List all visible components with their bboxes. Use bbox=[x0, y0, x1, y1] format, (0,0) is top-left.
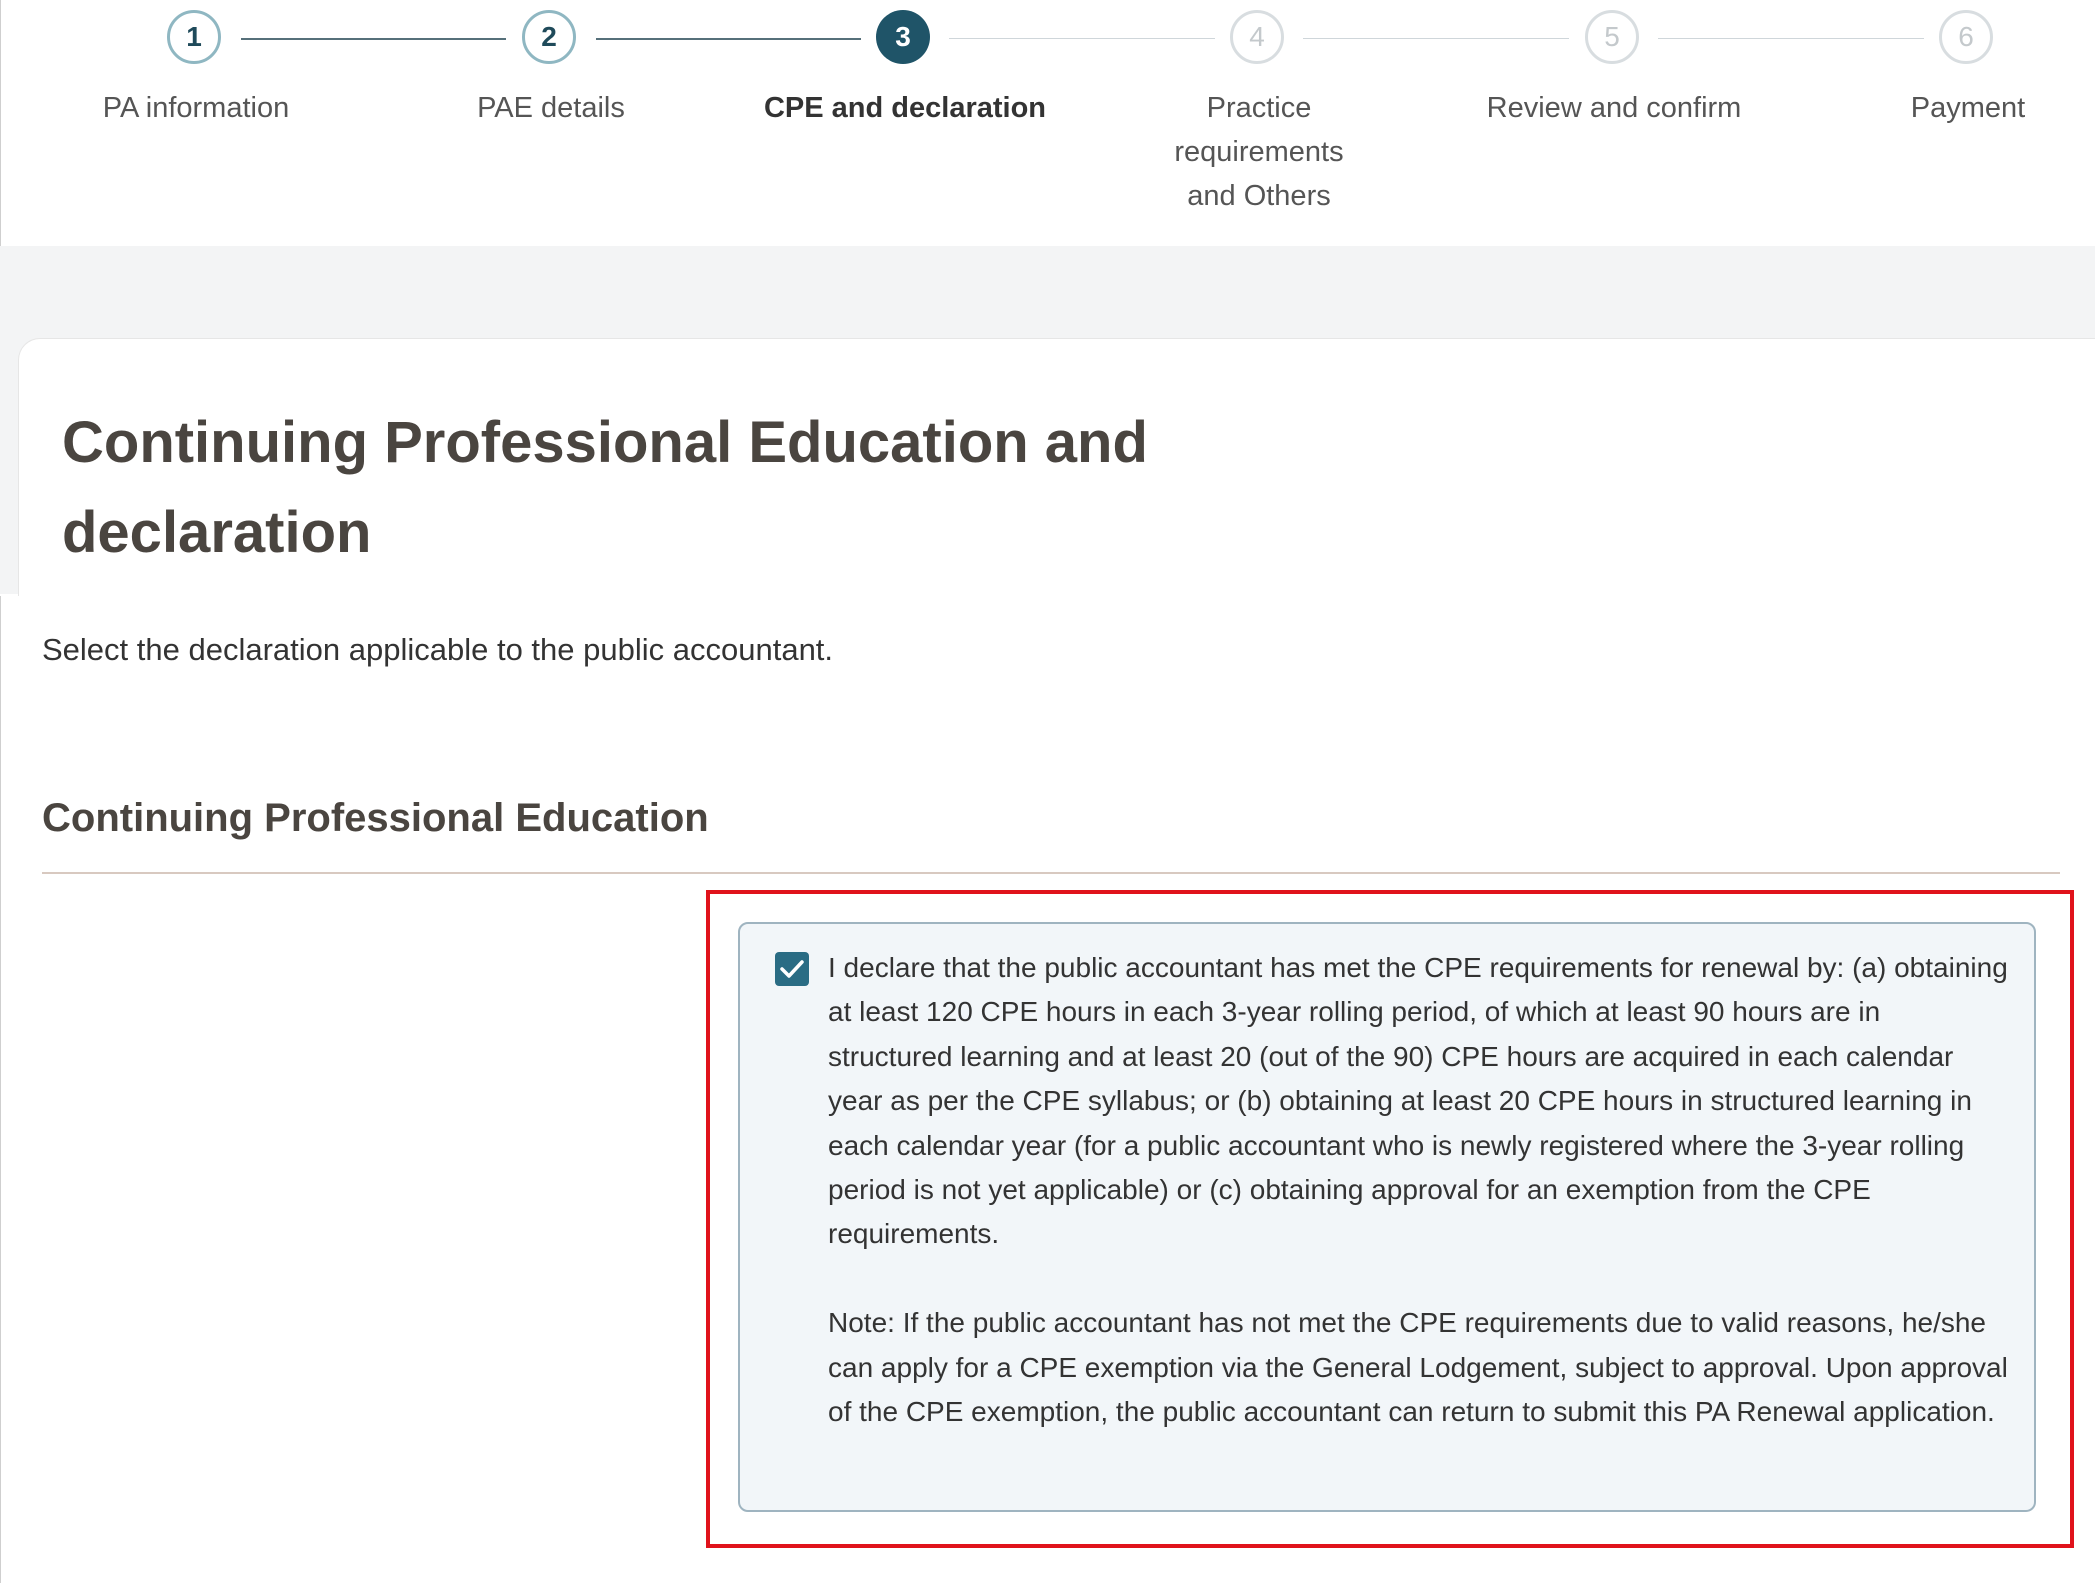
step-number-4: 4 bbox=[1230, 10, 1284, 64]
declaration-note: Note: If the public accountant has not m… bbox=[828, 1307, 2008, 1428]
step-number-5: 5 bbox=[1585, 10, 1639, 64]
step-connector-2-3 bbox=[596, 38, 861, 40]
step-number-1: 1 bbox=[167, 10, 221, 64]
instruction-text: Select the declaration applicable to the… bbox=[42, 632, 834, 667]
declaration-statement: I declare that the public accountant has… bbox=[828, 952, 2008, 1250]
step-number-2: 2 bbox=[522, 10, 576, 64]
step-label-review-and-confirm: Review and confirm bbox=[1486, 92, 1742, 124]
step-number-6: 6 bbox=[1939, 10, 1993, 64]
cpe-declaration-option[interactable]: I declare that the public accountant has… bbox=[738, 922, 2036, 1512]
step-label-practice-requirements: Practice requirements and Others bbox=[1174, 92, 1344, 212]
checkmark-icon bbox=[780, 960, 804, 978]
step-label-payment: Payment bbox=[1910, 92, 2026, 124]
step-connector-4-5 bbox=[1303, 38, 1569, 39]
step-connector-3-4 bbox=[949, 38, 1215, 39]
page-title: Continuing Professional Education and de… bbox=[62, 410, 1148, 565]
cpe-declaration-checkbox[interactable] bbox=[775, 952, 809, 986]
cpe-declaration-text: I declare that the public accountant has… bbox=[828, 946, 2008, 1434]
step-label-pa-information: PA information bbox=[102, 92, 290, 124]
step-label-pae-details: PAE details bbox=[477, 92, 625, 124]
step-number-3: 3 bbox=[876, 10, 930, 64]
step-connector-5-6 bbox=[1658, 38, 1924, 39]
progress-stepper: 1 PA information 2 PAE details 3 CPE and… bbox=[0, 0, 2095, 246]
section-title-cpe: Continuing Professional Education bbox=[42, 796, 709, 840]
section-divider bbox=[42, 872, 2060, 874]
step-label-cpe-and-declaration: CPE and declaration bbox=[763, 92, 1046, 124]
step-connector-1-2 bbox=[241, 38, 506, 40]
